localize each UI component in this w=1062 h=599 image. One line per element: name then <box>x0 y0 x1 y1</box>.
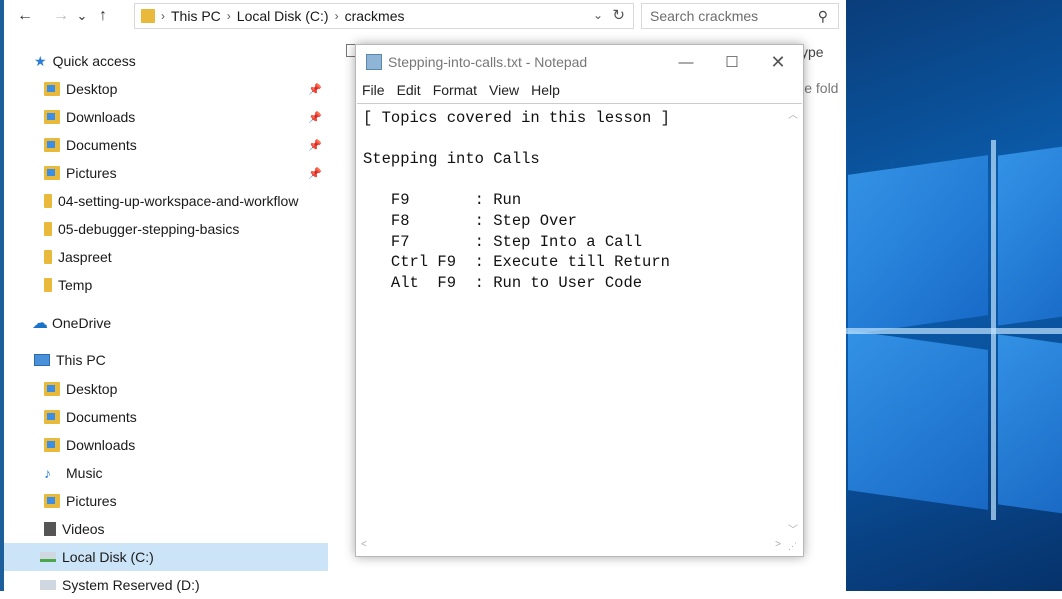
nav-quick-access[interactable]: ★ Quick access <box>4 47 328 75</box>
notepad-titlebar[interactable]: Stepping-into-calls.txt - Notepad — ☐ ✕ <box>356 45 803 79</box>
nav-pc-downloads[interactable]: Downloads <box>4 431 328 459</box>
menu-file[interactable]: File <box>362 82 385 98</box>
vertical-scrollbar[interactable]: ︿ ﹀ <box>785 104 802 538</box>
downloads-folder-icon <box>44 110 60 124</box>
scroll-left-icon[interactable]: < <box>361 539 367 550</box>
breadcrumb-this-pc[interactable]: This PC <box>171 8 221 24</box>
cloud-icon: ☁ <box>32 315 48 332</box>
scroll-down-icon[interactable]: ﹀ <box>788 521 798 536</box>
scroll-right-icon[interactable]: > <box>775 539 781 550</box>
horizontal-scrollbar[interactable]: < > <box>357 538 785 555</box>
videos-icon <box>44 522 56 536</box>
windows-logo-pane <box>998 334 1062 516</box>
menu-help[interactable]: Help <box>531 82 560 98</box>
windows-logo-pane <box>848 330 988 510</box>
notepad-window: Stepping-into-calls.txt - Notepad — ☐ ✕ … <box>355 44 804 557</box>
window-title: Stepping-into-calls.txt - Notepad <box>388 54 588 70</box>
resize-grip-icon[interactable]: ⋰ <box>788 541 800 553</box>
pin-icon: 📌 <box>308 83 322 96</box>
music-icon: ♪ <box>44 465 51 481</box>
forward-arrow-icon: → <box>53 7 69 24</box>
nav-item-05-debugger[interactable]: 05-debugger-stepping-basics <box>4 215 328 243</box>
windows-logo-pane <box>848 155 988 335</box>
breadcrumb-local-disk[interactable]: Local Disk (C:) <box>237 8 329 24</box>
back-arrow-icon: ← <box>17 7 33 24</box>
up-arrow-icon: ↑ <box>99 7 107 24</box>
light-beam <box>846 328 1062 334</box>
nav-this-pc[interactable]: This PC <box>4 346 328 374</box>
desktop-folder-icon <box>44 382 60 396</box>
light-beam <box>991 140 996 520</box>
address-bar[interactable]: › This PC › Local Disk (C:) › crackmes ⌄… <box>134 3 634 29</box>
folder-icon <box>44 222 52 236</box>
navigation-pane: ★ Quick access Desktop 📌 Downloads 📌 Docume… <box>4 44 328 593</box>
menu-edit[interactable]: Edit <box>397 82 421 98</box>
menu-bar: File Edit Format View Help <box>356 79 803 101</box>
minimize-button[interactable]: — <box>663 45 709 79</box>
text-editor-area[interactable]: [ Topics covered in this lesson ] Steppi… <box>357 103 802 555</box>
desktop-wallpaper <box>846 0 1062 591</box>
folder-icon <box>44 194 52 208</box>
nav-pc-local-disk[interactable]: Local Disk (C:) <box>4 543 328 571</box>
notepad-icon <box>366 54 382 70</box>
breadcrumb-separator-icon: › <box>161 9 165 23</box>
pictures-folder-icon <box>44 166 60 180</box>
search-placeholder: Search crackmes <box>650 8 759 24</box>
scroll-up-icon[interactable]: ︿ <box>788 106 798 121</box>
folder-icon <box>141 9 155 23</box>
search-icon: ⚲ <box>817 8 828 24</box>
nav-item-temp[interactable]: Temp <box>4 271 328 299</box>
nav-pc-pictures[interactable]: Pictures <box>4 487 328 515</box>
nav-item-downloads[interactable]: Downloads 📌 <box>4 103 328 131</box>
nav-item-jaspreet[interactable]: Jaspreet <box>4 243 328 271</box>
documents-folder-icon <box>44 138 60 152</box>
file-row-type: ile fold <box>798 80 839 96</box>
document-text[interactable]: [ Topics covered in this lesson ] Steppi… <box>363 108 670 293</box>
chevron-down-icon: ⌄ <box>76 8 88 23</box>
nav-item-documents[interactable]: Documents 📌 <box>4 131 328 159</box>
menu-format[interactable]: Format <box>433 82 477 98</box>
pin-icon: 📌 <box>308 111 322 124</box>
nav-item-04-setting-up[interactable]: 04-setting-up-workspace-and-workflow <box>4 187 328 215</box>
downloads-folder-icon <box>44 438 60 452</box>
refresh-icon[interactable]: ↻ <box>612 6 625 24</box>
folder-icon <box>44 278 52 292</box>
star-icon: ★ <box>34 52 47 69</box>
maximize-button[interactable]: ☐ <box>709 45 755 79</box>
recent-locations-button[interactable]: ⌄ <box>74 3 90 29</box>
nav-item-desktop[interactable]: Desktop 📌 <box>4 75 328 103</box>
breadcrumb-separator-icon: › <box>226 9 231 23</box>
pin-icon: 📌 <box>308 167 322 180</box>
pictures-folder-icon <box>44 494 60 508</box>
column-type-header[interactable]: ype <box>801 44 824 60</box>
search-box[interactable]: Search crackmes ⚲ <box>641 3 839 29</box>
breadcrumb-separator-icon: › <box>334 9 339 23</box>
drive-icon <box>40 580 56 590</box>
nav-pc-documents[interactable]: Documents <box>4 403 328 431</box>
back-button[interactable]: ← <box>12 3 38 29</box>
nav-pc-system-reserved[interactable]: System Reserved (D:) <box>4 571 328 599</box>
nav-onedrive[interactable]: ☁ OneDrive <box>4 309 328 337</box>
nav-pc-music[interactable]: ♪ Music <box>4 459 328 487</box>
nav-pc-videos[interactable]: Videos <box>4 515 328 543</box>
menu-view[interactable]: View <box>489 82 519 98</box>
pin-icon: 📌 <box>308 139 322 152</box>
close-button[interactable]: ✕ <box>755 45 801 79</box>
address-dropdown-icon[interactable]: ⌄ <box>593 8 603 22</box>
drive-icon <box>40 552 56 562</box>
navigation-bar: ← → ⌄ ↑ › This PC › Local Disk (C:) › cr… <box>4 0 846 32</box>
breadcrumb-crackmes[interactable]: crackmes <box>345 8 405 24</box>
windows-logo-pane <box>998 144 1062 326</box>
documents-folder-icon <box>44 410 60 424</box>
desktop-folder-icon <box>44 82 60 96</box>
nav-pc-desktop[interactable]: Desktop <box>4 375 328 403</box>
computer-icon <box>34 354 50 366</box>
folder-icon <box>44 250 52 264</box>
up-button[interactable]: ↑ <box>90 3 116 29</box>
forward-button[interactable]: → <box>48 3 74 29</box>
nav-item-pictures[interactable]: Pictures 📌 <box>4 159 328 187</box>
